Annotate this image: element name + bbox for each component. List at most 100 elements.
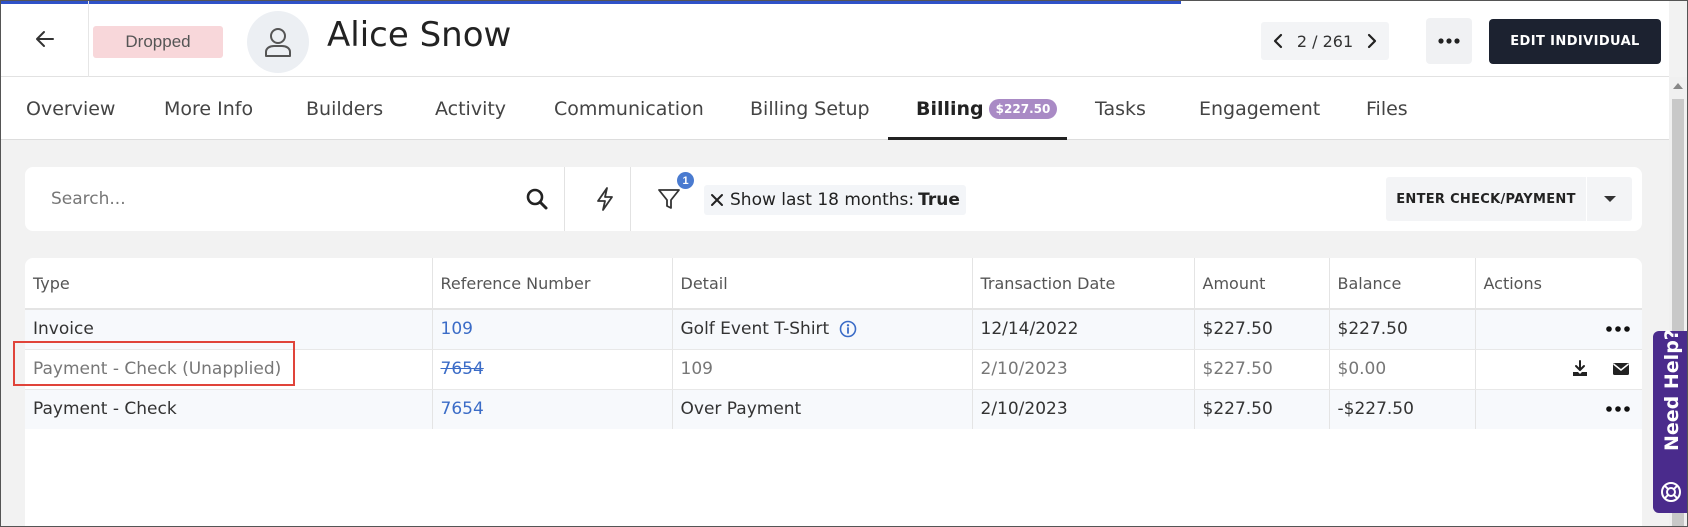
record-header: Dropped Alice Snow 2 / 261 EDIT INDIVIDU…	[1, 1, 1669, 77]
date-cell: 2/10/2023	[972, 349, 1195, 390]
search-icon	[526, 188, 548, 210]
tab-more-info[interactable]: More Info	[164, 77, 253, 140]
more-options-button[interactable]	[1426, 18, 1472, 64]
tab-label: Billing	[916, 97, 984, 120]
tab-overview[interactable]: Overview	[26, 77, 115, 140]
date-cell: 12/14/2022	[972, 309, 1195, 350]
column-header[interactable]: Amount	[1194, 258, 1330, 310]
column-header: Actions	[1475, 258, 1642, 310]
chevron-right-icon[interactable]	[1365, 33, 1379, 49]
tab-label: Billing Setup	[750, 97, 870, 120]
tab-label: Activity	[435, 97, 507, 120]
app-frame: Dropped Alice Snow 2 / 261 EDIT INDIVIDU…	[0, 0, 1688, 527]
search-button[interactable]	[521, 183, 553, 215]
tab-label: Builders	[306, 97, 384, 120]
tab-engagement[interactable]: Engagement	[1199, 77, 1320, 140]
scroll-up-arrow-icon[interactable]	[1673, 83, 1683, 89]
reference-cell: 109	[432, 309, 673, 350]
balance-cell: $0.00	[1329, 349, 1476, 390]
record-pager: 2 / 261	[1261, 22, 1389, 60]
tab-communication[interactable]: Communication	[554, 77, 704, 140]
column-header[interactable]: Type	[25, 258, 433, 310]
reference-cell: 7654	[432, 349, 673, 390]
tab-files[interactable]: Files	[1366, 77, 1408, 140]
amount-cell: $227.50	[1194, 349, 1330, 390]
info-icon[interactable]	[839, 320, 857, 338]
balance-cell: -$227.50	[1329, 389, 1476, 429]
tab-label: Engagement	[1199, 97, 1321, 120]
close-icon[interactable]	[710, 193, 724, 207]
table-row[interactable]: Payment - Check (Unapplied) 7654 109 2/1…	[25, 349, 1642, 390]
type-cell: Payment - Check (Unapplied)	[25, 349, 433, 390]
user-icon	[265, 28, 291, 57]
download-icon[interactable]	[1571, 360, 1589, 378]
reference-link[interactable]: 7654	[441, 359, 484, 379]
toolbar-divider	[564, 167, 565, 231]
lifebuoy-icon	[1661, 482, 1681, 502]
tab-label: Files	[1366, 97, 1408, 120]
need-help-button[interactable]: Need Help?	[1653, 329, 1687, 513]
tab-activity[interactable]: Activity	[435, 77, 506, 140]
amount-cell: $227.50	[1194, 309, 1330, 350]
column-header[interactable]: Balance	[1329, 258, 1476, 310]
back-button[interactable]	[1, 1, 89, 77]
type-cell: Payment - Check	[25, 389, 433, 429]
tab-label: More Info	[164, 97, 254, 120]
table-row[interactable]: Payment - Check 7654 Over Payment 2/10/2…	[25, 389, 1642, 429]
lightning-bolt-icon	[597, 187, 613, 211]
tab-billing-setup[interactable]: Billing Setup	[750, 77, 870, 140]
caret-down-icon	[1603, 196, 1616, 202]
record-tabs: Overview More Info Builders Activity Com…	[1, 77, 1669, 140]
ellipsis-icon	[1438, 38, 1460, 44]
detail-text: Golf Event T-Shirt	[680, 319, 830, 340]
tab-label: Overview	[26, 97, 116, 120]
row-menu-icon[interactable]	[1606, 326, 1630, 333]
transactions-table-card: Type Reference Number Detail Transaction…	[25, 258, 1642, 526]
balance-cell: $227.50	[1329, 309, 1476, 350]
status-badge: Dropped	[93, 26, 223, 58]
actions-cell	[1475, 349, 1642, 390]
tab-tasks[interactable]: Tasks	[1095, 77, 1146, 140]
search-input[interactable]	[51, 181, 511, 217]
active-tab-indicator	[888, 137, 1067, 140]
reference-link[interactable]: 7654	[441, 399, 484, 419]
loading-progress-bar	[1, 1, 1181, 4]
billing-balance-badge: $227.50	[988, 98, 1058, 119]
table-row[interactable]: Invoice 109 Golf Event T-Shirt 12/14/202…	[25, 309, 1642, 350]
tab-builders[interactable]: Builders	[306, 77, 383, 140]
avatar	[247, 11, 309, 73]
row-menu-icon[interactable]	[1606, 406, 1630, 413]
reference-cell: 7654	[432, 389, 673, 429]
detail-cell: Golf Event T-Shirt	[672, 309, 973, 350]
type-cell: Invoice	[25, 309, 433, 350]
email-icon[interactable]	[1612, 362, 1630, 376]
filter-chip: Show last 18 months: True	[704, 185, 966, 215]
pager-position: 2 / 261	[1296, 31, 1354, 51]
enter-payment-dropdown-button[interactable]	[1587, 177, 1632, 221]
edit-individual-button[interactable]: EDIT INDIVIDUAL	[1489, 19, 1661, 64]
arrow-left-icon	[35, 31, 54, 47]
enter-check-payment-button[interactable]: ENTER CHECK/PAYMENT	[1386, 177, 1586, 221]
tab-label: Tasks	[1095, 97, 1146, 120]
need-help-label: Need Help?	[1661, 329, 1683, 451]
tab-label: Communication	[554, 97, 704, 120]
detail-cell: Over Payment	[672, 389, 973, 429]
column-header[interactable]: Detail	[672, 258, 973, 310]
page-title: Alice Snow	[327, 15, 512, 55]
funnel-icon	[658, 189, 680, 209]
column-header[interactable]: Transaction Date	[972, 258, 1195, 310]
tab-billing[interactable]: Billing $227.50	[916, 77, 1058, 140]
toolbar-divider	[630, 167, 631, 231]
active-filter-count: 1	[677, 172, 694, 189]
filter-chip-value: True	[918, 190, 960, 210]
actions-cell	[1475, 389, 1642, 429]
transactions-table: Type Reference Number Detail Transaction…	[25, 258, 1642, 429]
quick-actions-button[interactable]	[587, 183, 623, 215]
actions-cell	[1475, 309, 1642, 350]
reference-link[interactable]: 109	[441, 319, 473, 339]
filter-chip-label: Show last 18 months:	[730, 190, 915, 210]
chevron-left-icon[interactable]	[1271, 33, 1285, 49]
table-header-row: Type Reference Number Detail Transaction…	[25, 258, 1642, 310]
column-header[interactable]: Reference Number	[432, 258, 673, 310]
amount-cell: $227.50	[1194, 389, 1330, 429]
